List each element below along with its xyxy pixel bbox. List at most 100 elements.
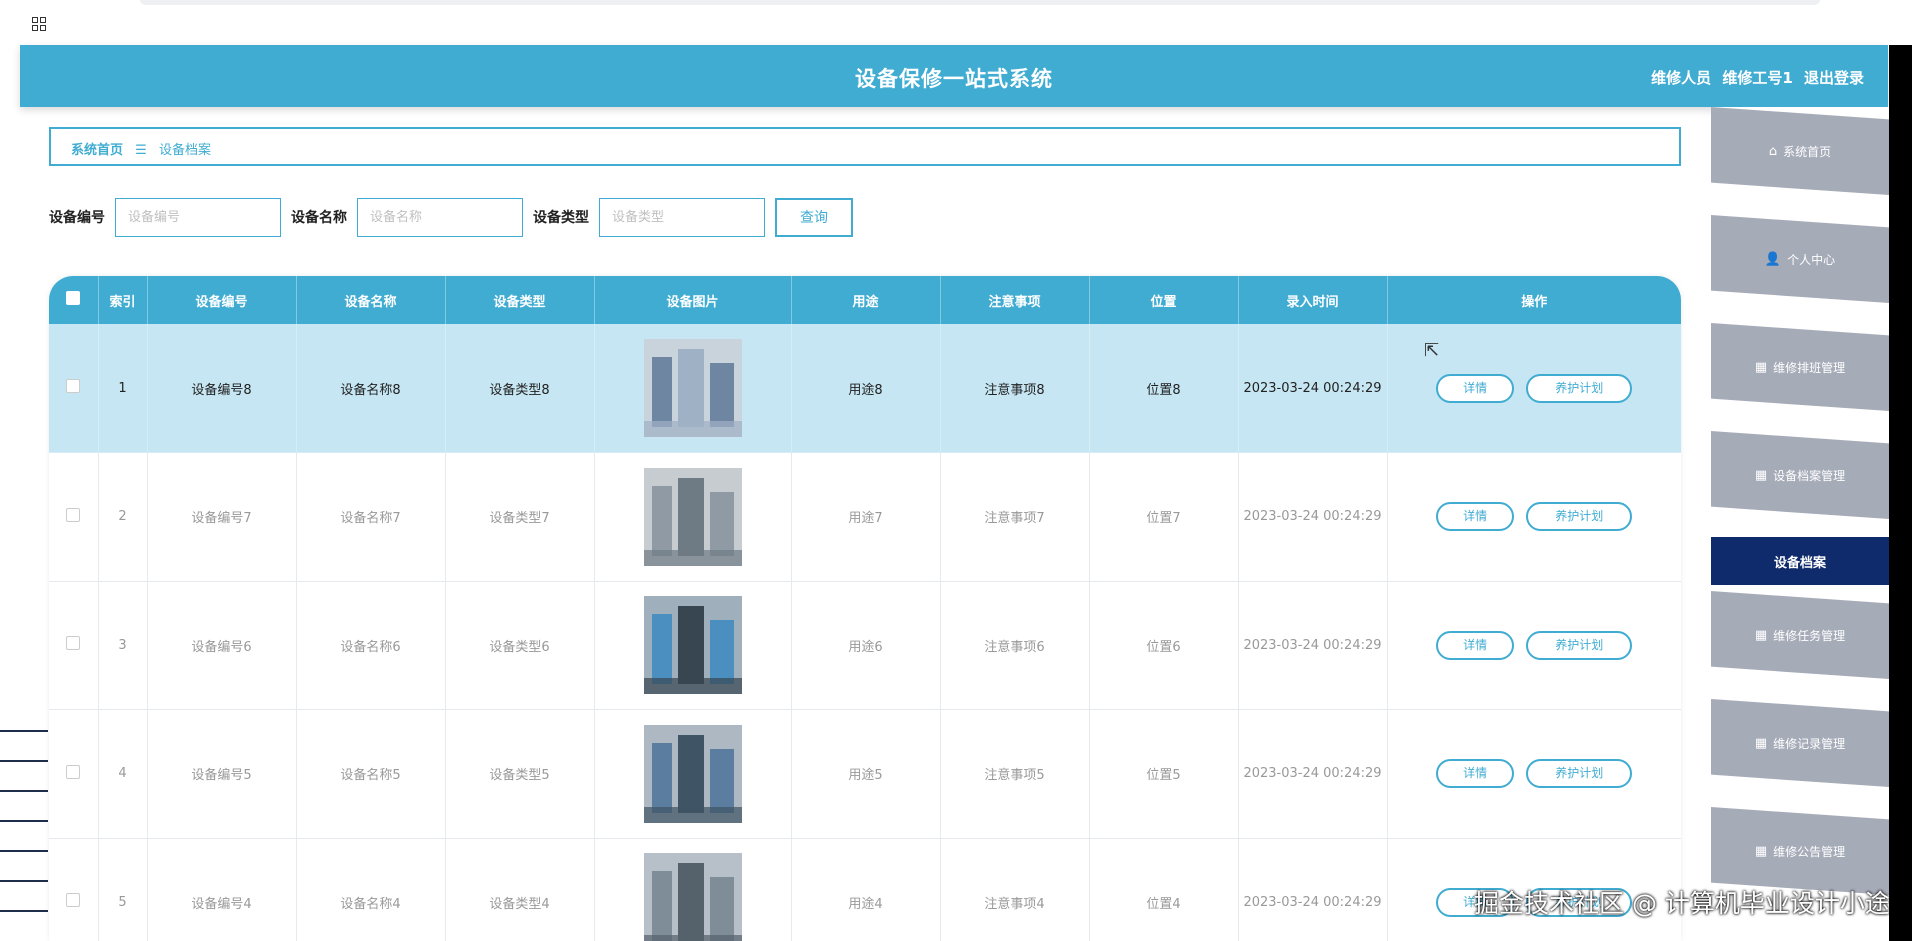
table-row[interactable]: 4 设备编号5 设备名称5 设备类型5 用途5 注意事项5 位置5 2023-0… [49, 709, 1681, 839]
grid-icon: ▦ [1754, 467, 1768, 483]
cell-time: 2023-03-24 00:24:29 [1238, 324, 1388, 453]
table-row[interactable]: 3 设备编号6 设备名称6 设备类型6 用途6 注意事项6 位置6 2023-0… [49, 581, 1681, 710]
cell-image [594, 452, 792, 582]
mouse-cursor-icon: ⇱ [1424, 340, 1440, 361]
detail-button[interactable]: 详情 [1436, 759, 1515, 789]
device-image[interactable] [643, 596, 742, 695]
query-button[interactable]: 查询 [775, 197, 853, 237]
decorative-lines [0, 720, 48, 941]
cell-code: 设备编号7 [147, 452, 297, 582]
row-select-cell[interactable] [49, 452, 99, 582]
sidebar-subitem-device-archive[interactable]: 设备档案 [1711, 537, 1889, 585]
detail-button[interactable]: 详情 [1436, 373, 1515, 403]
detail-button[interactable]: 详情 [1436, 630, 1515, 660]
app-header: 设备保修一站式系统 维修人员 维修工号1 退出登录 [20, 45, 1888, 107]
breadcrumb-separator-icon: ☰ [135, 143, 147, 158]
sidebar-item-label: 个人中心 [1787, 252, 1836, 267]
breadcrumb-current: 设备档案 [158, 143, 211, 158]
cell-time: 2023-03-24 00:24:29 [1238, 452, 1388, 582]
cell-actions: 详情 养护计划 [1387, 709, 1681, 839]
col-code: 设备编号 [147, 276, 297, 324]
cell-usage: 用途8 [791, 324, 941, 453]
maintenance-plan-button[interactable]: 养护计划 [1526, 373, 1633, 403]
type-input[interactable] [599, 197, 765, 237]
row-checkbox[interactable] [66, 379, 81, 393]
breadcrumb-home[interactable]: 系统首页 [71, 143, 123, 158]
user-role: 维修人员 [1651, 69, 1712, 87]
cell-name: 设备名称8 [296, 324, 446, 453]
type-label: 设备类型 [533, 210, 589, 226]
cell-notes: 注意事项4 [940, 838, 1090, 941]
cell-code: 设备编号4 [147, 838, 297, 941]
sidebar-item[interactable]: ▦ 维修排班管理 [1711, 323, 1889, 411]
detail-button[interactable]: 详情 [1436, 502, 1515, 532]
sidebar-item[interactable]: ⌂ 系统首页 [1711, 107, 1889, 195]
cell-type: 设备类型8 [445, 324, 595, 453]
code-input[interactable] [115, 197, 281, 237]
cell-usage: 用途7 [791, 452, 941, 582]
grid-icon: ▦ [1754, 627, 1768, 643]
cell-image [594, 838, 792, 941]
maintenance-plan-button[interactable]: 养护计划 [1526, 502, 1633, 532]
row-checkbox[interactable] [66, 507, 81, 522]
breadcrumb: 系统首页 ☰ 设备档案 [49, 127, 1681, 166]
device-image[interactable] [643, 339, 742, 437]
sidebar-item[interactable]: 👤 个人中心 [1711, 215, 1889, 303]
maintenance-plan-button[interactable]: 养护计划 [1526, 759, 1633, 789]
cell-type: 设备类型4 [445, 838, 595, 941]
cell-code: 设备编号8 [147, 324, 297, 453]
cell-index: 3 [98, 581, 148, 710]
cell-name: 设备名称4 [296, 838, 446, 941]
col-usage: 用途 [791, 276, 941, 324]
sidebar-item[interactable]: ▦ 维修记录管理 [1711, 699, 1889, 787]
apps-grid-icon[interactable] [32, 17, 46, 31]
cell-code: 设备编号6 [147, 581, 297, 710]
col-time: 录入时间 [1238, 276, 1388, 324]
row-checkbox[interactable] [66, 636, 81, 651]
cell-notes: 注意事项6 [940, 581, 1090, 710]
sidebar-item-label: 维修任务管理 [1773, 628, 1846, 643]
cell-type: 设备类型6 [445, 581, 595, 710]
cell-type: 设备类型5 [445, 709, 595, 839]
device-image[interactable] [643, 724, 742, 823]
cell-image [594, 324, 792, 453]
sidebar-item-label: 系统首页 [1783, 144, 1832, 159]
row-select-cell[interactable] [49, 324, 99, 453]
row-select-cell[interactable] [49, 581, 99, 710]
table-row[interactable]: 5 设备编号4 设备名称4 设备类型4 用途4 注意事项4 位置4 2023-0… [49, 838, 1681, 941]
code-label: 设备编号 [49, 210, 105, 226]
select-all-checkbox[interactable] [66, 291, 81, 305]
cell-location: 位置7 [1089, 452, 1239, 582]
sidebar-item[interactable]: ▦ 设备档案管理 [1711, 431, 1889, 519]
cell-index: 5 [98, 838, 148, 941]
user-info: 维修人员 维修工号1 退出登录 [1645, 67, 1864, 88]
device-image[interactable] [643, 853, 742, 941]
col-index: 索引 [98, 276, 148, 324]
cell-actions: 详情 养护计划 [1387, 452, 1681, 582]
row-select-cell[interactable] [49, 709, 99, 839]
name-input[interactable] [357, 197, 523, 237]
col-image: 设备图片 [594, 276, 792, 324]
cell-code: 设备编号5 [147, 709, 297, 839]
cell-index: 4 [98, 709, 148, 839]
cell-notes: 注意事项7 [940, 452, 1090, 582]
cell-usage: 用途6 [791, 581, 941, 710]
logout-link[interactable]: 退出登录 [1804, 69, 1864, 87]
row-checkbox[interactable] [66, 764, 81, 779]
maintenance-plan-button[interactable]: 养护计划 [1526, 630, 1633, 660]
row-checkbox[interactable] [66, 893, 81, 908]
col-name: 设备名称 [296, 276, 446, 324]
sidebar-item[interactable]: ▦ 维修公告管理 [1711, 807, 1889, 895]
select-all-cell[interactable] [49, 276, 99, 324]
search-bar: 设备编号 设备名称 设备类型 查询 [49, 197, 853, 237]
row-select-cell[interactable] [49, 838, 99, 941]
table-row[interactable]: 2 设备编号7 设备名称7 设备类型7 用途7 注意事项7 位置7 2023-0… [49, 452, 1681, 582]
cell-type: 设备类型7 [445, 452, 595, 582]
user-id: 维修工号1 [1722, 69, 1793, 87]
cell-location: 位置4 [1089, 838, 1239, 941]
sidebar-item-label: 维修排班管理 [1773, 360, 1846, 375]
sidebar-item-label: 维修公告管理 [1773, 844, 1846, 859]
cell-notes: 注意事项5 [940, 709, 1090, 839]
device-image[interactable] [643, 467, 742, 566]
sidebar-item[interactable]: ▦ 维修任务管理 [1711, 591, 1889, 679]
